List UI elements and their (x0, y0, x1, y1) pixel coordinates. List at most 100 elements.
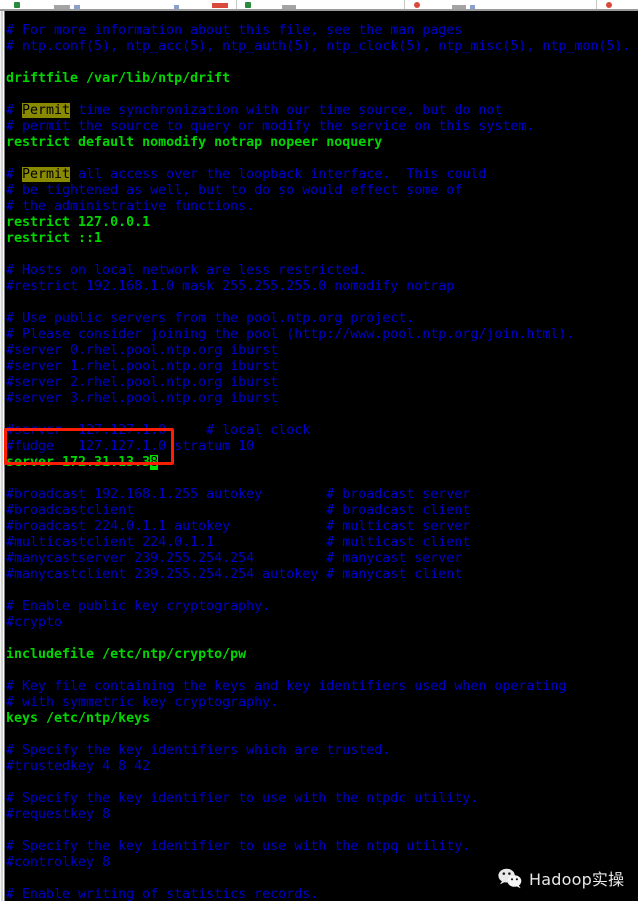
comment-text: #server 3.rhel.pool.ntp.org iburst (6, 391, 279, 406)
search-match-highlight: Permit (22, 167, 71, 182)
comment-text: all access over the loopback interface. … (70, 167, 487, 182)
terminal-line: # Specify the key identifiers which are … (6, 743, 390, 759)
comment-text: #controlkey 8 (6, 855, 111, 870)
terminal-line: #broadcast 192.168.1.255 autokey # broad… (6, 487, 470, 503)
comment-text: #server 1.rhel.pool.ntp.org iburst (6, 359, 279, 374)
terminal-line: server 172.31.13.38 (6, 455, 159, 471)
comment-text: #manycastserver 239.255.254.254 # manyca… (6, 551, 463, 566)
watermark-text: Hadoop实操 (529, 870, 625, 889)
comment-text: # Please consider joining the pool (http… (6, 327, 575, 342)
config-directive: restrict ::1 (6, 231, 103, 246)
tab-favicon (245, 2, 251, 8)
comment-text: # the administrative functions. (6, 199, 255, 214)
comment-text: #broadcastclient # broadcast client (6, 503, 471, 518)
terminal-line: # Please consider joining the pool (http… (6, 327, 574, 343)
comment-text: # Hosts on local network are less restri… (6, 263, 367, 278)
terminal-line: # the administrative functions. (6, 199, 254, 215)
terminal-line: # Specify the key identifier to use with… (6, 839, 470, 855)
terminal-line: # Specify the key identifier to use with… (6, 791, 478, 807)
terminal-line: #server 2.rhel.pool.ntp.org iburst (6, 375, 278, 391)
browser-tab-strip (0, 0, 638, 9)
comment-text: #broadcast 192.168.1.255 autokey # broad… (6, 487, 471, 502)
tab-close-icon[interactable] (212, 3, 228, 8)
terminal-line: # Permit time synchronization with our t… (6, 103, 502, 119)
comment-text: # with symmetric key cryptography. (6, 695, 279, 710)
comment-text: #multicastclient 224.0.1.1 # multicast c… (6, 535, 471, 550)
comment-text: # Key file containing the keys and key i… (6, 679, 567, 694)
terminal-line: #server 1.rhel.pool.ntp.org iburst (6, 359, 278, 375)
wechat-icon (498, 868, 522, 888)
terminal-line: restrict ::1 (6, 231, 102, 247)
comment-text: #server 2.rhel.pool.ntp.org iburst (6, 375, 279, 390)
terminal-line: #trustedkey 4 8 42 (6, 759, 150, 775)
terminal-line: #fudge 127.127.1.0 stratum 10 (6, 439, 254, 455)
terminal-line: #server 127.127.1.0 # local clock (6, 423, 310, 439)
tab-favicon (414, 2, 420, 8)
comment-text: # ntp.conf(5), ntp_acc(5), ntp_auth(5), … (6, 39, 631, 54)
text-cursor: 8 (150, 455, 159, 470)
config-directive: restrict default nomodify notrap nopeer … (6, 135, 383, 150)
terminal-line: #restrict 192.168.1.0 mask 255.255.255.0… (6, 279, 454, 295)
comment-text: #server 127.127.1.0 # local clock (6, 423, 311, 438)
comment-text: time synchronization with our time sourc… (70, 103, 503, 118)
comment-text: # (6, 103, 23, 118)
comment-text: # Specify the key identifier to use with… (6, 791, 479, 806)
config-directive: restrict 127.0.0.1 (6, 215, 151, 230)
config-directive: server 172.31.13.3 (6, 455, 151, 470)
config-directive: keys /etc/ntp/keys (6, 711, 151, 726)
terminal-window[interactable]: # For more information about this file, … (0, 11, 638, 901)
comment-text: # Use public servers from the pool.ntp.o… (6, 311, 415, 326)
comment-text: #server 0.rhel.pool.ntp.org iburst (6, 343, 279, 358)
terminal-line: keys /etc/ntp/keys (6, 711, 150, 727)
terminal-line: # ntp.conf(5), ntp_acc(5), ntp_auth(5), … (6, 39, 630, 55)
terminal-line: # For more information about this file, … (6, 23, 462, 39)
comment-text: # Specify the key identifiers which are … (6, 743, 391, 758)
comment-text: #fudge 127.127.1.0 stratum 10 (6, 439, 255, 454)
comment-text: #manycastclient 239.255.254.254 autokey … (6, 567, 463, 582)
terminal-line: # permit the source to query or modify t… (6, 119, 534, 135)
tab-favicon (606, 2, 612, 8)
comment-text: #trustedkey 4 8 42 (6, 759, 151, 774)
terminal-line: #server 3.rhel.pool.ntp.org iburst (6, 391, 278, 407)
terminal-line: # Enable public key cryptography. (6, 599, 270, 615)
terminal-line: # Enable writing of statistics records. (6, 887, 318, 901)
comment-text: # Enable public key cryptography. (6, 599, 271, 614)
comment-text: # Enable writing of statistics records. (6, 887, 319, 901)
search-match-highlight: Permit (22, 103, 71, 118)
terminal-line: #server 0.rhel.pool.ntp.org iburst (6, 343, 278, 359)
comment-text: # Specify the key identifier to use with… (6, 839, 471, 854)
terminal-line: # Use public servers from the pool.ntp.o… (6, 311, 414, 327)
tab-divider (236, 0, 237, 9)
terminal-line: # be tightened as well, but to do so wou… (6, 183, 462, 199)
terminal-line: # Key file containing the keys and key i… (6, 679, 566, 695)
comment-text: #broadcast 224.0.1.1 autokey # multicast… (6, 519, 471, 534)
comment-text: # permit the source to query or modify t… (6, 119, 535, 134)
terminal-line: #requestkey 8 (6, 807, 110, 823)
terminal-line: #broadcast 224.0.1.1 autokey # multicast… (6, 519, 470, 535)
comment-text: # (6, 167, 23, 182)
tab-divider (404, 0, 405, 9)
ntp-conf-text-area[interactable]: # For more information about this file, … (6, 11, 638, 901)
terminal-line: restrict default nomodify notrap nopeer … (6, 135, 382, 151)
terminal-line: # with symmetric key cryptography. (6, 695, 278, 711)
terminal-line: #multicastclient 224.0.1.1 # multicast c… (6, 535, 470, 551)
terminal-line: #controlkey 8 (6, 855, 110, 871)
comment-text: #requestkey 8 (6, 807, 111, 822)
comment-text: #crypto (6, 615, 63, 630)
terminal-line: #crypto (6, 615, 62, 631)
config-directive: driftfile /var/lib/ntp/drift (6, 71, 231, 86)
